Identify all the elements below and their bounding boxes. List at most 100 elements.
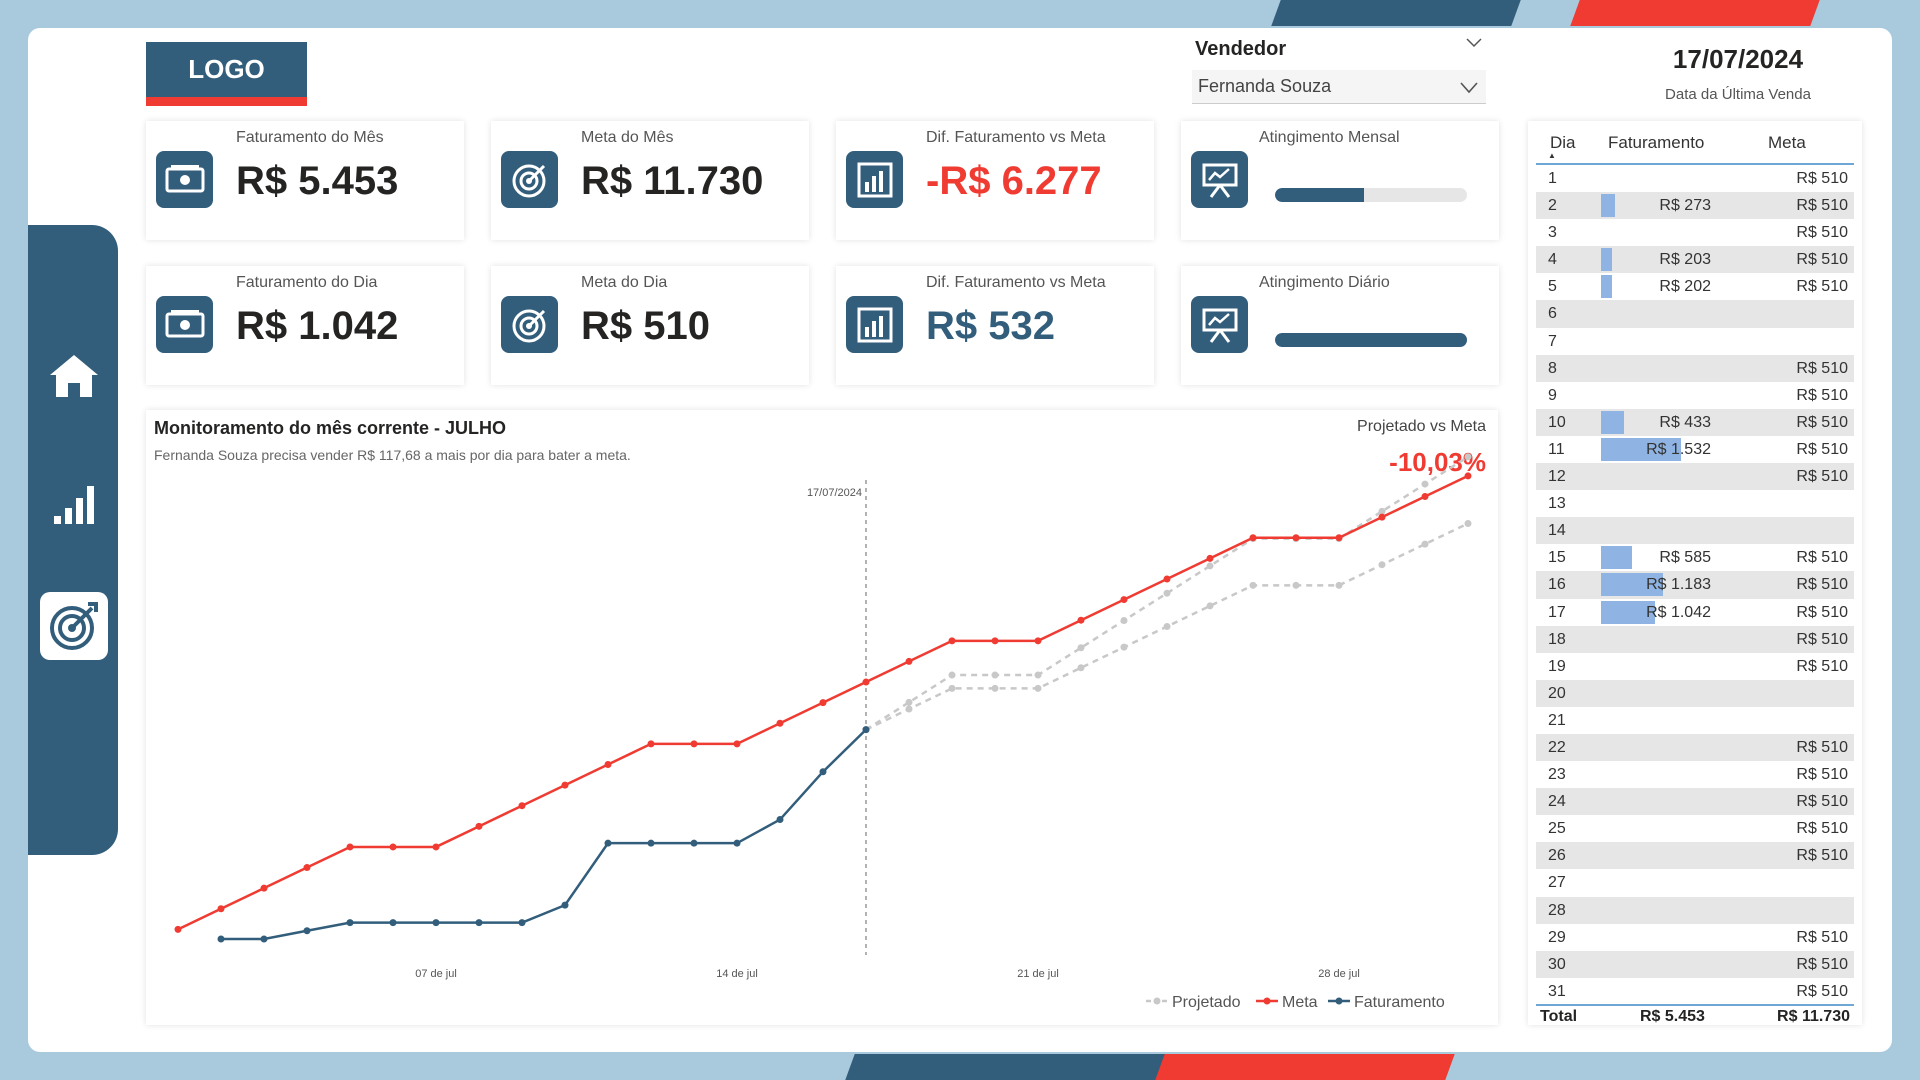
table-row[interactable]: 25 R$ 510 [1536, 815, 1854, 842]
table-row[interactable]: 16 R$ 1.183 R$ 510 [1536, 571, 1854, 599]
col-header-meta[interactable]: Meta [1768, 133, 1806, 153]
money-icon [156, 296, 213, 353]
data-point [1421, 480, 1429, 488]
presentation-icon [1191, 151, 1248, 208]
data-point [1335, 534, 1343, 542]
data-point [604, 839, 612, 847]
data-point [303, 927, 311, 935]
seller-dropdown-value: Fernanda Souza [1198, 76, 1332, 96]
cell-dia: 5 [1548, 278, 1557, 296]
table-row[interactable]: 3 R$ 510 [1536, 219, 1854, 246]
data-point [905, 705, 913, 713]
decor-stripe-bottom-blue [845, 1054, 1185, 1080]
cell-dia: 23 [1548, 766, 1566, 784]
col-header-dia[interactable]: Dia [1550, 133, 1576, 153]
data-point [1034, 671, 1042, 679]
legend-marker [1153, 997, 1161, 1005]
table-row[interactable]: 15 R$ 585 R$ 510 [1536, 544, 1854, 571]
progress-bar-diario [1275, 333, 1467, 347]
data-point [217, 935, 225, 943]
data-point [561, 901, 569, 909]
table-row[interactable]: 11 R$ 1.532 R$ 510 [1536, 436, 1854, 463]
seller-slicer-title: Vendedor [1195, 38, 1287, 60]
decor-stripe-bottom-red [1155, 1054, 1455, 1080]
data-point [1120, 616, 1128, 624]
slicer-collapse-chevron-icon[interactable] [1466, 38, 1482, 48]
data-point [1077, 616, 1085, 624]
cell-meta: R$ 510 [1796, 413, 1848, 431]
data-point [905, 657, 913, 665]
table-row[interactable]: 20 [1536, 679, 1854, 707]
data-point [1034, 637, 1042, 645]
data-point [432, 843, 440, 851]
table-total-row: Total R$ 5.453 R$ 11.730 [1536, 1004, 1854, 1025]
table-row[interactable]: 29 R$ 510 [1536, 924, 1854, 951]
data-point [1163, 623, 1171, 631]
data-point [1421, 493, 1429, 501]
data-point [1464, 472, 1472, 480]
table-row[interactable]: 19 R$ 510 [1536, 653, 1854, 680]
card-atingimento-diario: Atingimento Diário [1181, 266, 1499, 385]
table-row[interactable]: 7 [1536, 328, 1854, 355]
table-row[interactable]: 31 R$ 510 [1536, 978, 1854, 1005]
table-row[interactable]: 13 [1536, 490, 1854, 517]
table-row[interactable]: 28 [1536, 896, 1854, 924]
table-row[interactable]: 23 R$ 510 [1536, 761, 1854, 788]
card-caption: Meta do Dia [581, 274, 668, 291]
table-row[interactable]: 22 R$ 510 [1536, 733, 1854, 762]
table-row[interactable]: 4 R$ 203 R$ 510 [1536, 246, 1854, 274]
sidebar-nav [28, 225, 118, 855]
data-point [690, 839, 698, 847]
table-row[interactable]: 12 R$ 510 [1536, 463, 1854, 491]
cell-dia: 17 [1548, 603, 1566, 621]
data-point [991, 671, 999, 679]
data-point [1378, 561, 1386, 569]
data-point [475, 919, 483, 927]
table-row[interactable]: 14 [1536, 517, 1854, 545]
data-point [948, 637, 956, 645]
progress-bar-mensal [1275, 188, 1467, 202]
table-row[interactable]: 17 R$ 1.042 R$ 510 [1536, 599, 1854, 626]
table-row[interactable]: 21 [1536, 707, 1854, 734]
table-row[interactable]: 18 R$ 510 [1536, 625, 1854, 653]
data-point [1206, 554, 1214, 562]
table-row[interactable]: 26 R$ 510 [1536, 842, 1854, 870]
table-row[interactable]: 27 [1536, 869, 1854, 896]
data-point [1120, 596, 1128, 604]
daily-table: Dia ▲ Faturamento Meta 1 R$ 510 2 R$ 273 R$ … [1528, 121, 1862, 1025]
nav-chart-button[interactable] [40, 470, 108, 538]
col-header-faturamento[interactable]: Faturamento [1608, 133, 1704, 153]
data-point [217, 905, 225, 913]
data-point [518, 919, 526, 927]
card-atingimento-mensal: Atingimento Mensal [1181, 121, 1499, 240]
table-row[interactable]: 5 R$ 202 R$ 510 [1536, 273, 1854, 300]
table-row[interactable]: 1 R$ 510 [1536, 165, 1854, 192]
legend-label: Meta [1282, 994, 1318, 1011]
table-row[interactable]: 24 R$ 510 [1536, 788, 1854, 816]
table-row[interactable]: 2 R$ 273 R$ 510 [1536, 192, 1854, 220]
data-point [991, 637, 999, 645]
seller-dropdown[interactable]: Fernanda Souza [1192, 70, 1486, 104]
decor-stripe-top-red [1570, 0, 1820, 26]
table-row[interactable]: 10 R$ 433 R$ 510 [1536, 408, 1854, 436]
nav-target-button[interactable] [40, 592, 108, 660]
progress-fill [1275, 188, 1365, 202]
table-row[interactable]: 8 R$ 510 [1536, 354, 1854, 382]
cell-faturamento: R$ 1.183 [1646, 576, 1711, 594]
data-point [1249, 581, 1257, 589]
card-faturamento-dia: Faturamento do Dia R$ 1.042 [146, 266, 464, 385]
target-icon [501, 296, 558, 353]
data-point [991, 684, 999, 692]
cell-meta: R$ 510 [1796, 549, 1848, 567]
card-caption: Atingimento Diário [1259, 274, 1390, 291]
data-point [389, 843, 397, 851]
cell-meta: R$ 510 [1796, 576, 1848, 594]
nav-home-button[interactable] [40, 342, 108, 410]
data-point [475, 822, 483, 830]
cell-meta: R$ 510 [1796, 197, 1848, 215]
data-point [948, 671, 956, 679]
table-row[interactable]: 30 R$ 510 [1536, 950, 1854, 978]
data-point [1077, 644, 1085, 652]
table-row[interactable]: 6 [1536, 300, 1854, 328]
table-row[interactable]: 9 R$ 510 [1536, 382, 1854, 409]
